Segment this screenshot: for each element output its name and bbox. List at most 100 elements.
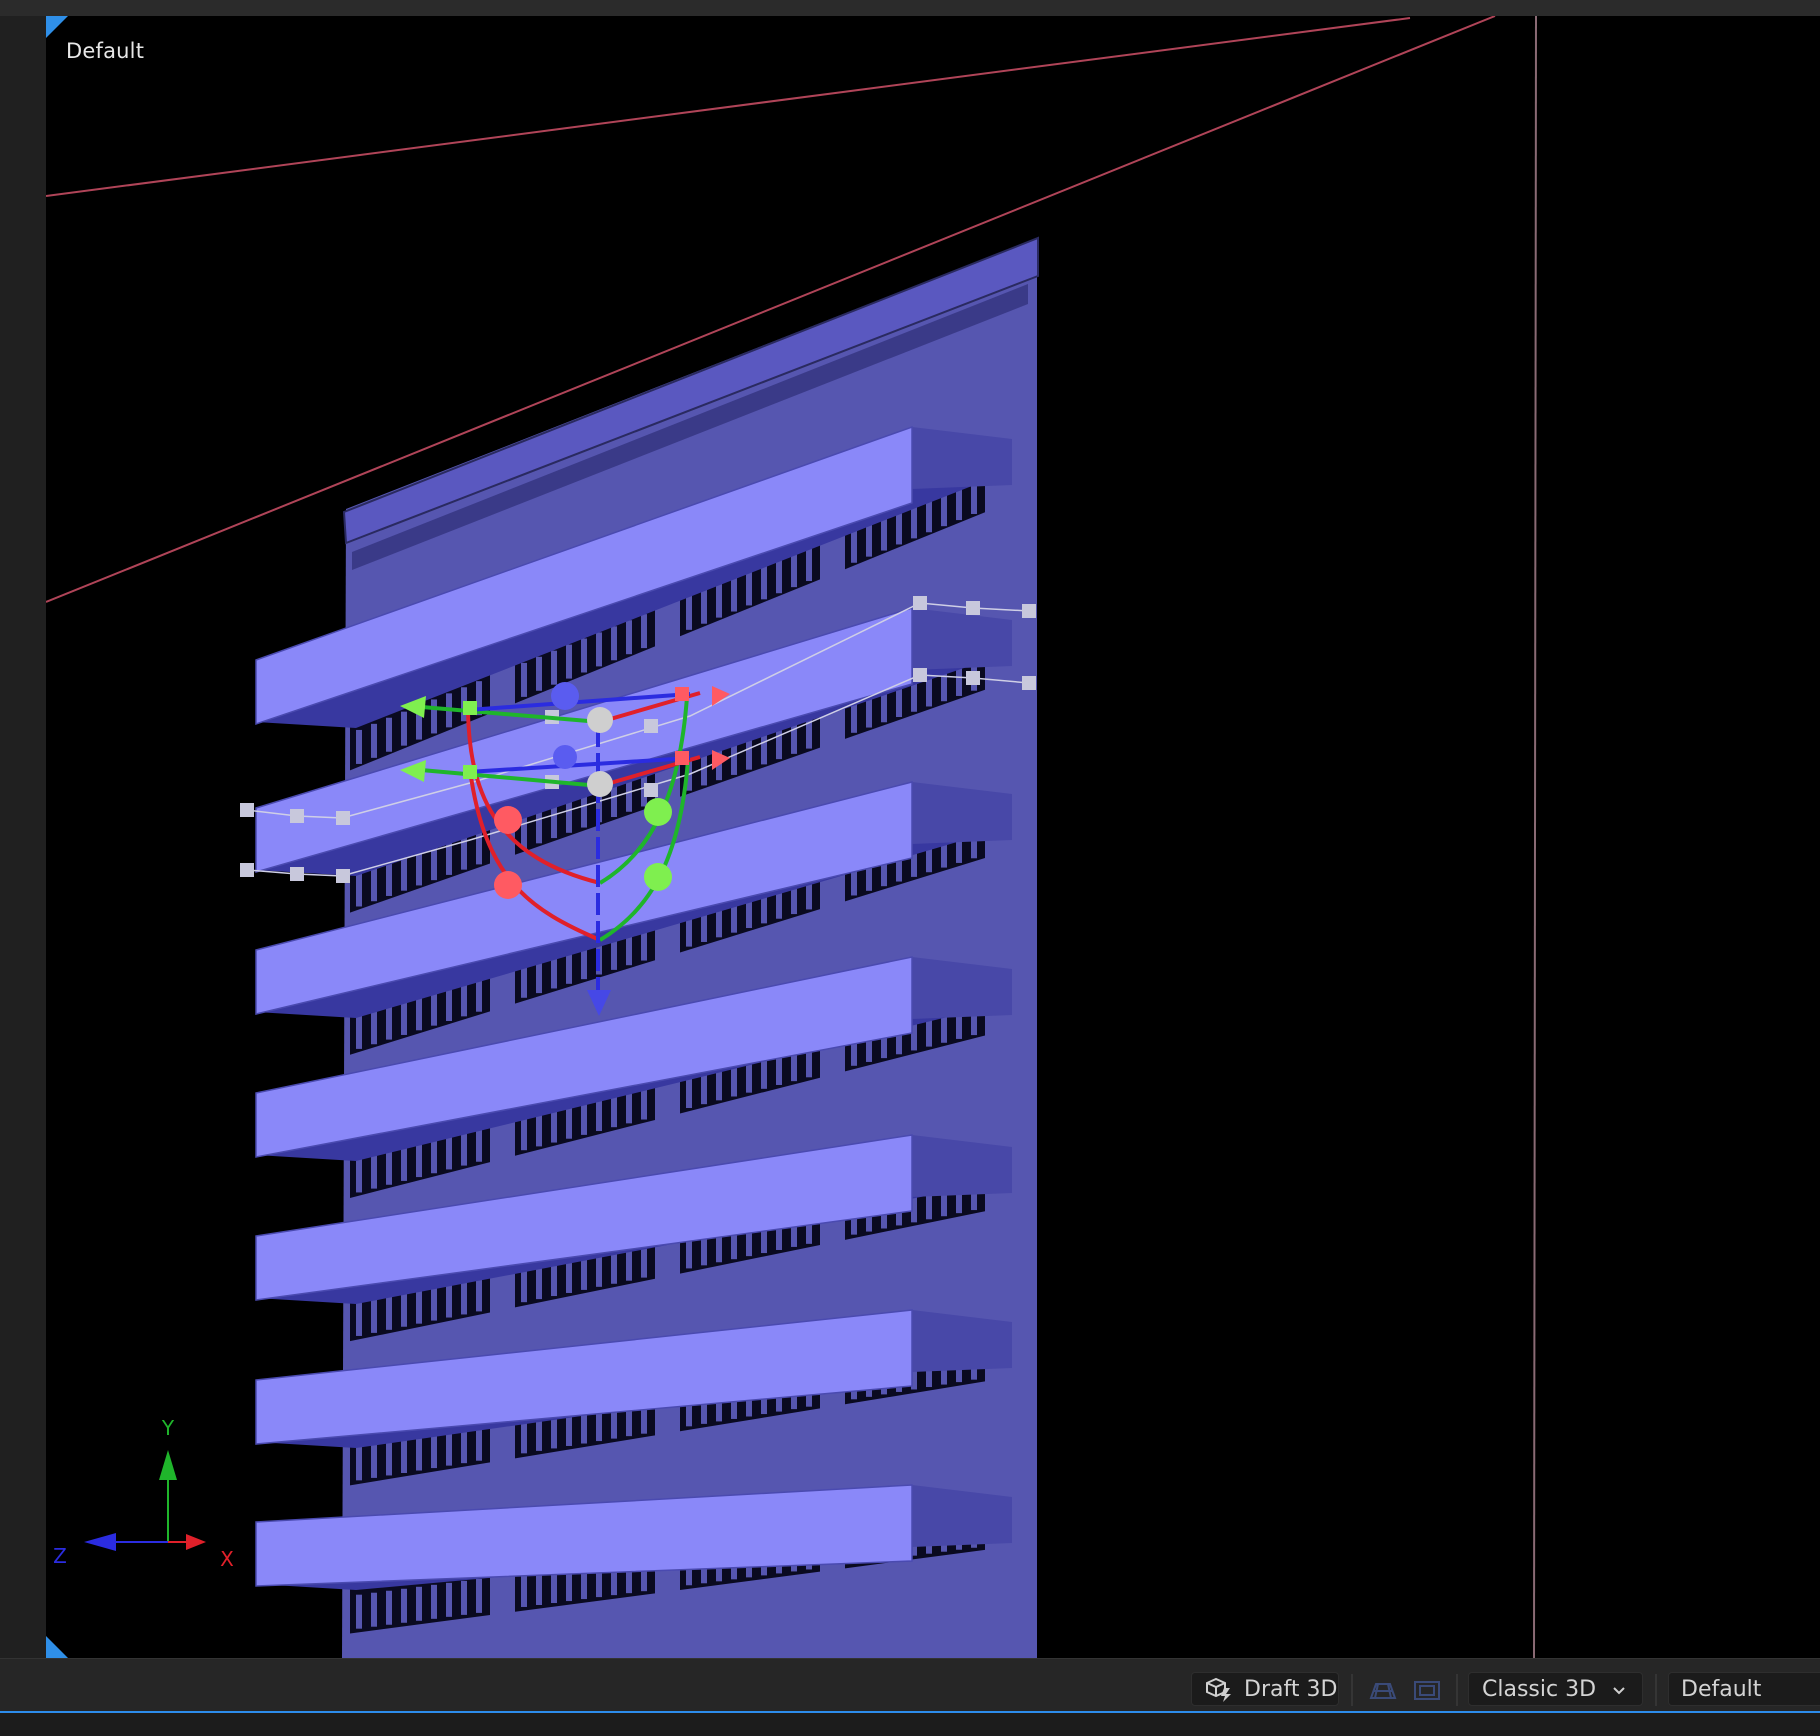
window-mullion (446, 1283, 452, 1318)
window-mullion (866, 522, 872, 557)
axis-indicator: Y X Z (53, 1416, 234, 1571)
window-mullion (386, 717, 392, 752)
window-mullion (401, 1588, 407, 1623)
draft-3d-icon (1206, 1677, 1231, 1702)
window-mullion (401, 1292, 407, 1327)
window-mullion (641, 614, 647, 649)
window-mullion (566, 1258, 572, 1293)
window-mullion (371, 723, 377, 758)
window-mullion (791, 553, 797, 588)
window-mullion (701, 589, 707, 624)
window-mullion (461, 1580, 467, 1615)
window-mullion (536, 656, 542, 691)
axis-label-y: Y (161, 1416, 175, 1440)
window-mullion (461, 1280, 467, 1315)
window-mullion (416, 1436, 422, 1471)
window-mullion (806, 547, 812, 582)
window-mullion (431, 1286, 437, 1321)
window-mullion (356, 1158, 362, 1193)
window-mullion (536, 809, 542, 844)
window-mullion (356, 1446, 362, 1481)
window-mullion (401, 1146, 407, 1181)
window-mullion (416, 996, 422, 1031)
renderer-select[interactable]: Classic 3D (1468, 1672, 1643, 1706)
window-mullion (566, 1104, 572, 1139)
window-mullion (536, 1571, 542, 1605)
window-mullion (476, 1127, 482, 1162)
window-mullion (551, 650, 557, 685)
comp-boundary-line (1533, 16, 1537, 1658)
window-mullion (416, 851, 422, 886)
window-mullion (476, 1426, 482, 1461)
window-mullion (521, 1268, 527, 1303)
window-mullion (596, 632, 602, 667)
window-mullion (431, 991, 437, 1026)
window-mullion (356, 729, 362, 764)
draft-3d-button[interactable]: Draft 3D (1191, 1672, 1339, 1706)
toolbar-separator (1456, 1674, 1458, 1706)
window-mullion (581, 638, 587, 673)
window-mullion (476, 1277, 482, 1312)
window-mullion (401, 1438, 407, 1473)
window-mullion (416, 1289, 422, 1324)
window-mullion (896, 510, 902, 545)
window-mullion (686, 595, 692, 630)
window-mullion (446, 1431, 452, 1466)
window-mullion (416, 1586, 422, 1621)
window-mullion (356, 1301, 362, 1336)
window-mullion (611, 626, 617, 661)
window-mullion (386, 1150, 392, 1185)
window-mullion (401, 1000, 407, 1035)
window-mullion (386, 1590, 392, 1625)
window-mullion (446, 1582, 452, 1617)
window-mullion (371, 1154, 377, 1189)
window-mullion (431, 699, 437, 734)
window-mullion (626, 620, 632, 655)
window-mullion (551, 804, 557, 839)
window-mullion (386, 1441, 392, 1476)
comp-boundary-line (0, 508, 44, 518)
window-mullion (356, 872, 362, 907)
view-name-label: Default (66, 39, 145, 63)
window-mullion (401, 856, 407, 891)
window-mullion (746, 571, 752, 606)
window-mullion (371, 1592, 377, 1627)
viewport-corner-marker (46, 1636, 68, 1658)
view-select[interactable]: Default (1668, 1672, 1820, 1706)
window-mullion (386, 1005, 392, 1040)
view-select-value: Default (1681, 1676, 1762, 1702)
window-mullion (371, 1443, 377, 1478)
window-mullion (521, 662, 527, 697)
window-mullion (566, 644, 572, 679)
toolbar-separator (1655, 1674, 1657, 1706)
window-mullion (431, 1139, 437, 1174)
window-mullion (356, 1594, 362, 1629)
toolbar-separator (1351, 1674, 1353, 1706)
window-mullion (716, 583, 722, 618)
window-mullion (371, 1298, 377, 1333)
window-mullion (731, 577, 737, 612)
safe-zones-icon[interactable] (1412, 1678, 1442, 1704)
window-mullion (551, 1108, 557, 1143)
window-mullion (566, 798, 572, 833)
comp-boundary-line (46, 17, 1411, 197)
window-mullion (536, 1112, 542, 1147)
window-mullion (446, 987, 452, 1022)
window-mullion (446, 1135, 452, 1170)
window-mullion (521, 1572, 527, 1607)
window-mullion (776, 559, 782, 594)
window-mullion (551, 1262, 557, 1297)
window-mullion (386, 861, 392, 896)
window-mullion (386, 1295, 392, 1330)
window-mullion (881, 516, 887, 551)
bottom-strip (0, 1713, 1820, 1736)
renderer-select-value: Classic 3D (1482, 1676, 1597, 1702)
window-mullion (851, 528, 857, 563)
window-mullion (371, 1010, 377, 1045)
window-mullion (476, 830, 482, 865)
3d-scene[interactable]: Y X Z (0, 0, 1820, 1736)
window-mullion (431, 1584, 437, 1619)
window-mullion (416, 1143, 422, 1178)
window-mullion (461, 1131, 467, 1166)
grid-icon[interactable] (1368, 1678, 1398, 1704)
